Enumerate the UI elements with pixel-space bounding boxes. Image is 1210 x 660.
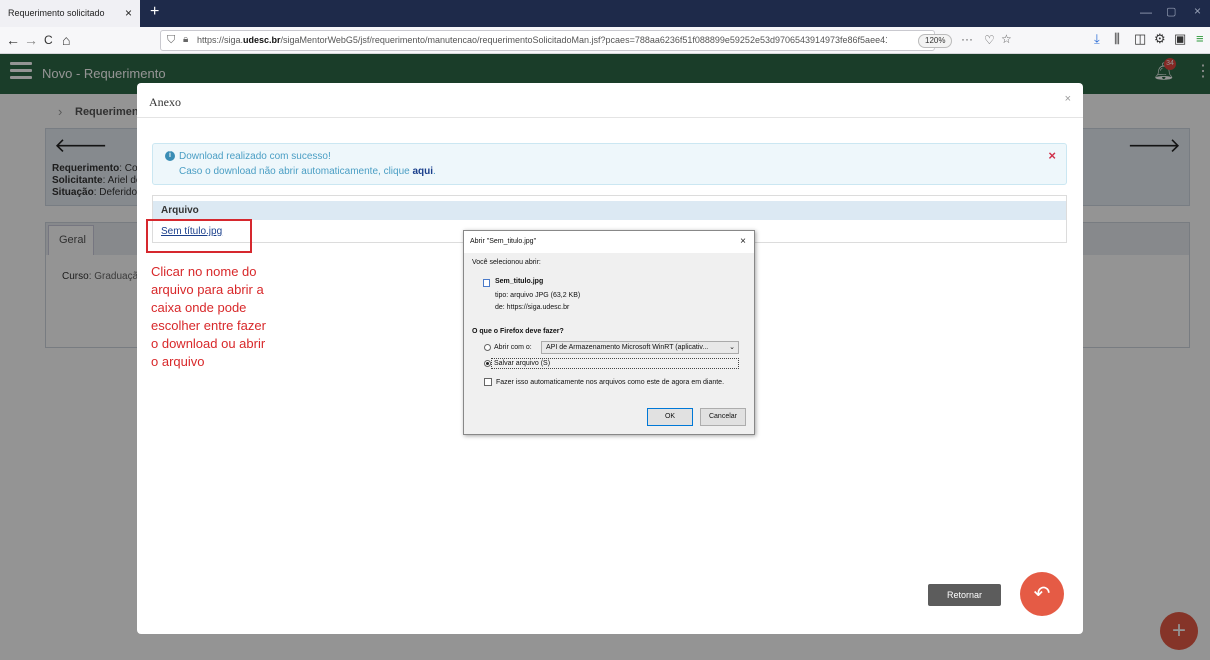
info-icon: i: [165, 151, 175, 161]
window-minimize-button[interactable]: —: [1140, 5, 1152, 19]
file-column-header: Arquivo: [153, 201, 1066, 220]
auto-checkbox-label[interactable]: Fazer isso automaticamente nos arquivos …: [496, 379, 724, 386]
alert-hint: Caso o download não abrir automaticament…: [179, 166, 436, 177]
reader-icon[interactable]: ▣: [1174, 31, 1186, 47]
lock-icon[interactable]: 🔒︎: [183, 34, 188, 45]
modal-divider: [137, 117, 1083, 118]
tab-close-icon[interactable]: ×: [125, 6, 132, 20]
dialog-file-name: Sem_titulo.jpg: [495, 278, 544, 285]
window-close-button[interactable]: ×: [1194, 4, 1201, 18]
browser-tab-bar: Requerimento solicitado × + — ▢ ×: [0, 0, 1210, 27]
browser-tab[interactable]: Requerimento solicitado ×: [0, 0, 140, 27]
open-with-radio[interactable]: [484, 344, 491, 351]
sidebar-icon[interactable]: ◫: [1134, 31, 1146, 47]
highlight-box: [146, 219, 252, 253]
return-button[interactable]: Retornar: [928, 584, 1001, 606]
pocket-icon[interactable]: ♡: [984, 33, 995, 47]
shield-icon[interactable]: ⛉: [167, 34, 175, 47]
dialog-selected-text: Você selecionou abrir:: [472, 259, 541, 266]
chevron-down-icon: ⌄: [729, 344, 735, 351]
dialog-close-icon[interactable]: ×: [740, 236, 746, 247]
dialog-titlebar: Abrir "Sem_titulo.jpg" ×: [464, 231, 754, 253]
cancel-button[interactable]: Cancelar: [700, 408, 746, 426]
open-with-label[interactable]: Abrir com o:: [494, 344, 532, 351]
url-text[interactable]: https://siga.udesc.br/sigaMentorWebG5/js…: [197, 35, 887, 45]
home-button[interactable]: ⌂: [62, 32, 70, 48]
library-icon[interactable]: ⫼: [1114, 31, 1120, 47]
zoom-indicator[interactable]: 120%: [918, 34, 953, 48]
browser-nav-bar: ← → C ⌂ ⛉ 🔒︎ https://siga.udesc.br/sigaM…: [0, 27, 1210, 54]
download-dialog: Abrir "Sem_titulo.jpg" × Você selecionou…: [463, 230, 755, 435]
modal-close-icon[interactable]: ×: [1065, 93, 1071, 105]
window-maximize-button[interactable]: ▢: [1166, 5, 1176, 18]
tab-title: Requerimento solicitado: [8, 8, 105, 18]
modal-title: Anexo: [149, 95, 181, 109]
save-file-radio[interactable]: [484, 360, 491, 367]
url-bar[interactable]: ⛉ 🔒︎ https://siga.udesc.br/sigaMentorWeb…: [160, 30, 1012, 51]
download-icon[interactable]: ⤓: [1094, 31, 1100, 47]
new-tab-button[interactable]: +: [150, 3, 159, 21]
forward-button[interactable]: →: [24, 32, 38, 48]
download-here-link[interactable]: aqui: [412, 166, 433, 177]
menu-icon[interactable]: ≡: [1196, 31, 1204, 46]
page-actions-icon[interactable]: ···: [961, 32, 973, 46]
extension-icon[interactable]: ⚙: [1154, 31, 1166, 47]
undo-fab-button[interactable]: ↶: [1020, 572, 1064, 616]
auto-checkbox[interactable]: [484, 378, 492, 386]
back-button[interactable]: ←: [6, 32, 20, 48]
ok-button[interactable]: OK: [647, 408, 693, 426]
reload-button[interactable]: C: [44, 33, 53, 47]
alert-message: Download realizado com sucesso!: [179, 151, 331, 162]
dialog-file-type: tipo: arquivo JPG (63,2 KB): [495, 292, 581, 299]
dialog-question: O que o Firefox deve fazer?: [472, 328, 564, 335]
file-icon: [483, 279, 490, 287]
bookmark-star-icon[interactable]: ☆: [1001, 32, 1012, 46]
save-file-label[interactable]: Salvar arquivo (S): [494, 360, 550, 367]
annotation-text: Clicar no nome do arquivo para abrir a c…: [151, 264, 266, 369]
dialog-title: Abrir "Sem_titulo.jpg": [470, 238, 537, 245]
alert-close-icon[interactable]: ×: [1048, 148, 1056, 163]
dialog-file-source: de: https://siga.udesc.br: [495, 304, 570, 311]
success-alert: i Download realizado com sucesso! Caso o…: [152, 143, 1067, 185]
open-with-select[interactable]: API de Armazenamento Microsoft WinRT (ap…: [541, 341, 739, 354]
